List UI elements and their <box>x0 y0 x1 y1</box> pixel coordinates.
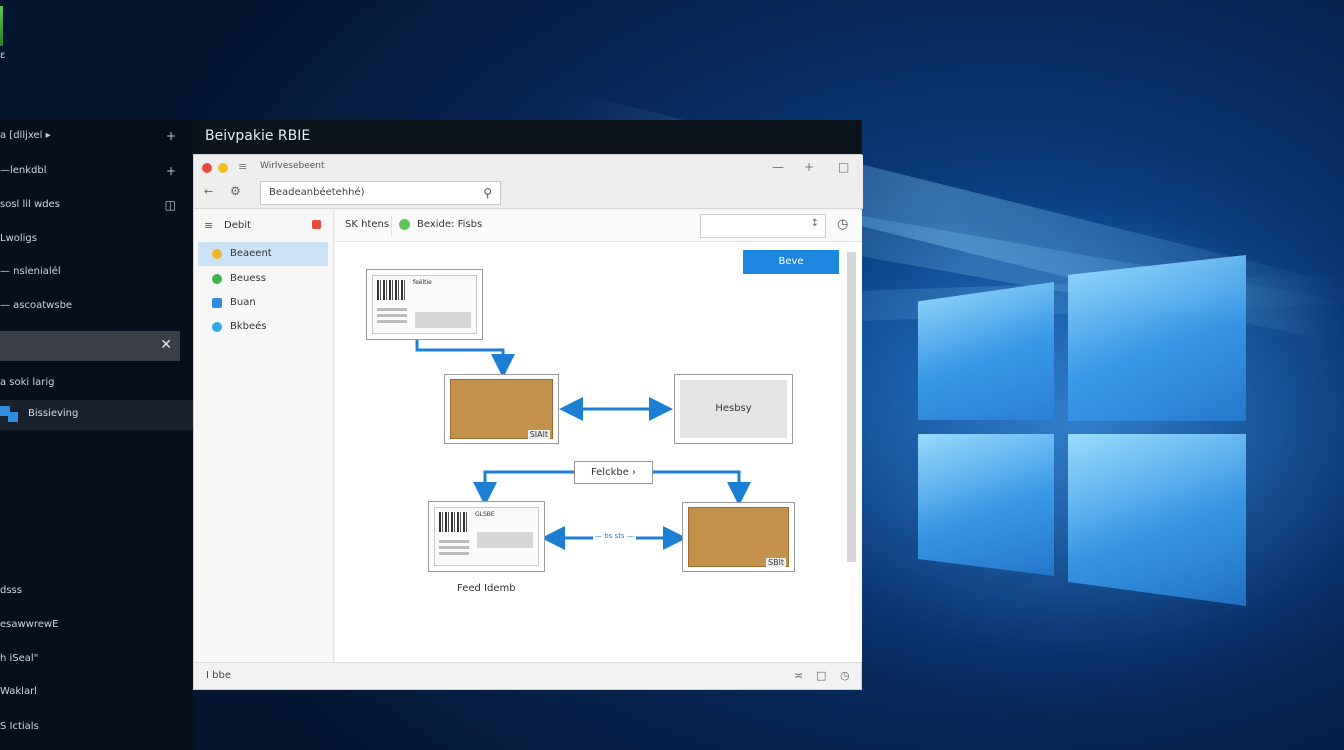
tab-icon: ≡ <box>238 160 248 173</box>
notification-icon[interactable]: ◷ <box>840 669 850 682</box>
content-area: SK htens Bexide: Fisbs ↕ ◷ Beve feéltie … <box>335 210 862 662</box>
text-line <box>439 552 469 555</box>
sidebar-bottom-item[interactable]: h iSeal" <box>0 648 190 670</box>
browser-chrome: ≡ Wirlvesebeent — + □ ← ⚙ Beadeanbéetehh… <box>194 155 863 209</box>
card-title: GLSBE <box>475 511 495 518</box>
alert-icon <box>312 220 321 229</box>
sidebar-search-field[interactable]: ✕ <box>0 331 180 361</box>
diagram-caption: Feed Idemb <box>457 583 516 594</box>
placeholder-block <box>415 312 471 328</box>
windows-logo-pane <box>918 282 1054 420</box>
text-line <box>377 320 407 323</box>
sidebar-item-label: — nslenialél <box>0 266 61 277</box>
sidebar-item-label: sosl lil wdes <box>0 199 60 210</box>
nav-item-label: Bkbeés <box>230 321 267 332</box>
tab-title[interactable]: Wirlvesebeent <box>260 161 325 171</box>
text-line <box>439 540 469 543</box>
text-line <box>439 546 469 549</box>
sidebar-bottom-item[interactable]: Waklarl <box>0 681 190 703</box>
windows-logo-pane <box>1068 255 1246 421</box>
windows-logo-pane <box>1068 434 1246 606</box>
sidebar-item[interactable]: —lenkdbl + <box>0 160 190 182</box>
barcode-image <box>377 280 407 300</box>
sidebar-item[interactable]: Lwoligs <box>0 228 190 250</box>
sidebar-bottom-item[interactable]: esawwrewE <box>0 614 190 636</box>
app-icon <box>8 412 18 422</box>
status-card-label: Hesbsy <box>715 403 752 414</box>
desktop-label: ε <box>0 50 6 61</box>
app-window: ≡ Wirlvesebeent — + □ ← ⚙ Beadeanbéetehh… <box>193 154 863 690</box>
sidebar-item-label: a [dlljxel ▸ <box>0 130 51 141</box>
window-title: Beivpakie RBIE <box>205 128 311 144</box>
card-body: feéltie <box>372 275 477 334</box>
sidebar-bottom-item[interactable]: S Ictials <box>0 716 190 738</box>
image-card[interactable]: SBlt <box>682 502 795 572</box>
sidebar-active-item[interactable]: Bissieving <box>0 400 193 430</box>
card-body: GLSBE <box>434 507 539 566</box>
address-bar[interactable]: Beadeanbéetehhé) ⚲ <box>260 181 501 205</box>
maximize-icon[interactable]: + <box>804 160 814 174</box>
chat-icon[interactable]: □ <box>816 669 826 682</box>
barcode-image <box>439 512 469 532</box>
text-line <box>377 308 407 311</box>
card-title: feéltie <box>413 279 432 286</box>
nav-header: Debit <box>224 220 251 231</box>
sound-icon[interactable]: ≍ <box>794 669 803 682</box>
windows-logo-pane <box>918 434 1054 576</box>
restore-icon[interactable]: □ <box>838 160 849 174</box>
active-item-label: Bissieving <box>28 408 79 419</box>
sidebar-item[interactable]: — nslenialél <box>0 261 190 283</box>
placeholder-block <box>477 532 533 548</box>
sidebar-item-label: —lenkdbl <box>0 165 47 176</box>
menu-icon[interactable]: ≡ <box>204 219 213 232</box>
search-icon[interactable]: ⚲ <box>483 182 492 204</box>
nav-item-label: Beaeent <box>230 248 272 259</box>
close-icon[interactable]: ✕ <box>160 337 172 353</box>
sidebar-section-label: a soki larig <box>0 377 55 388</box>
plus-icon[interactable]: + <box>166 125 176 147</box>
nav-item[interactable]: Bkbeés <box>198 315 328 339</box>
branch-label[interactable]: Felckbe › <box>574 461 653 484</box>
minimize-icon[interactable]: — <box>772 160 784 174</box>
nav-item-label: Beuess <box>230 273 266 284</box>
close-dot-icon[interactable] <box>202 163 212 173</box>
back-icon[interactable]: ← <box>204 185 213 198</box>
navigation-pane: ≡ Debit Beaeent Beuess Buan Bkbeés <box>194 210 334 662</box>
folder-icon <box>212 249 222 259</box>
desktop-icon-strip <box>0 6 3 46</box>
nav-item-label: Buan <box>230 297 256 308</box>
status-card[interactable]: Hesbsy <box>674 374 793 444</box>
status-icon <box>212 274 222 284</box>
plus-icon[interactable]: + <box>166 160 176 182</box>
document-card[interactable]: GLSBE <box>428 501 545 572</box>
image-tag: SBlt <box>766 558 786 567</box>
document-icon <box>212 298 222 308</box>
address-text: Beadeanbéetehhé) <box>269 187 365 198</box>
connector-label: — bs sts — <box>593 532 636 540</box>
nav-item[interactable]: Beaeent <box>198 242 328 266</box>
sidebar-item[interactable]: sosl lil wdes ◫ <box>0 194 190 216</box>
image-card[interactable]: SIAlt <box>444 374 559 444</box>
nav-item[interactable]: Buan <box>198 291 328 315</box>
sidebar-item-label: — ascoatwsbe <box>0 300 73 311</box>
window-title-bar[interactable]: Beivpakie RBIE <box>193 120 862 154</box>
sidebar-item[interactable]: — ascoatwsbe <box>0 295 190 317</box>
sidebar-item[interactable]: a [dlljxel ▸ + <box>0 125 190 147</box>
sidebar-item-label: Lwoligs <box>0 233 37 244</box>
text-line <box>377 314 407 317</box>
globe-icon <box>212 322 222 332</box>
panel-icon[interactable]: ◫ <box>165 194 176 216</box>
status-bar: I bbe ≍ □ ◷ <box>194 662 861 689</box>
settings-icon[interactable]: ⚙ <box>230 184 241 198</box>
status-text: I bbe <box>206 670 231 681</box>
image-tag: SIAlt <box>527 430 550 439</box>
nav-item[interactable]: Beuess <box>198 267 328 291</box>
minimize-dot-icon[interactable] <box>218 163 228 173</box>
sidebar-bottom-item[interactable]: dsss <box>0 580 190 602</box>
document-card[interactable]: feéltie <box>366 269 483 340</box>
